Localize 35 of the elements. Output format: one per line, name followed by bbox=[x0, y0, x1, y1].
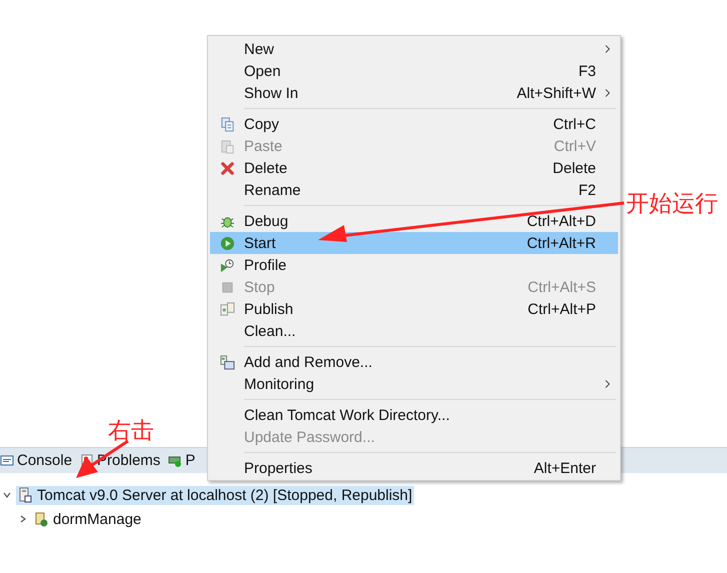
menu-item[interactable]: Debug Ctrl+Alt+D bbox=[210, 210, 618, 232]
documents-icon bbox=[220, 116, 234, 132]
menu-item[interactable]: Rename F2 bbox=[210, 179, 618, 201]
panel-tab[interactable]: Console bbox=[0, 450, 74, 472]
annotation-text: 开始运行 bbox=[626, 190, 718, 219]
menu-item[interactable]: Open F3 bbox=[210, 60, 618, 82]
tree-item[interactable]: dormManage bbox=[32, 510, 144, 528]
project-icon bbox=[34, 511, 48, 527]
annotation-text: 右击 bbox=[108, 417, 154, 446]
panel-tab[interactable]: P bbox=[166, 450, 198, 472]
console-icon bbox=[0, 454, 14, 468]
menu-item[interactable]: Clean Tomcat Work Directory... bbox=[210, 404, 618, 426]
menu-item[interactable]: Properties Alt+Enter bbox=[210, 457, 618, 479]
menu-item[interactable]: Add and Remove... bbox=[210, 351, 618, 373]
menu-item[interactable]: Monitoring bbox=[210, 373, 618, 395]
play-icon bbox=[220, 236, 234, 250]
twistie-icon[interactable] bbox=[18, 514, 28, 524]
clipboard-icon bbox=[220, 138, 234, 154]
server-icon bbox=[220, 354, 234, 370]
twistie-icon[interactable] bbox=[2, 490, 12, 500]
menu-item[interactable]: Publish Ctrl+Alt+P bbox=[210, 298, 618, 320]
delete-icon bbox=[220, 160, 234, 176]
menu-item[interactable]: Delete Delete bbox=[210, 157, 618, 179]
menu-item[interactable]: Copy Ctrl+C bbox=[210, 113, 618, 135]
documents-icon bbox=[220, 302, 234, 316]
menu-item[interactable]: Show In Alt+Shift+W bbox=[210, 82, 618, 104]
profile-icon bbox=[220, 258, 234, 272]
menu-item[interactable]: Profile bbox=[210, 254, 618, 276]
server-icon bbox=[168, 454, 182, 468]
menu-item[interactable]: New bbox=[210, 38, 618, 60]
server-icon bbox=[18, 487, 32, 503]
menu-item[interactable]: Clean... bbox=[210, 320, 618, 342]
stop-icon bbox=[220, 280, 234, 294]
menu-item[interactable]: Start Ctrl+Alt+R bbox=[210, 232, 618, 254]
tree-item[interactable]: Tomcat v9.0 Server at localhost (2) [Stopped, Republish] bbox=[16, 486, 414, 504]
